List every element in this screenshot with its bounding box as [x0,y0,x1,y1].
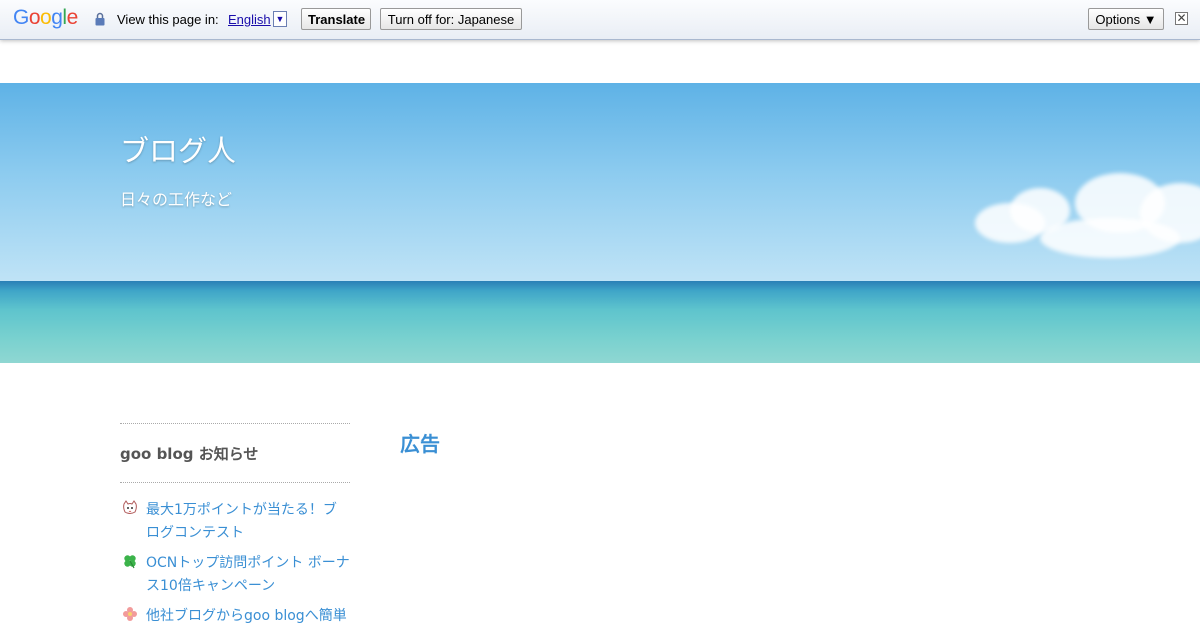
news-link[interactable]: 他社ブログからgoo blogへ簡単 [146,608,347,624]
lock-icon [95,12,105,26]
blog-title[interactable]: ブログ人 [120,128,236,170]
news-list: 最大1万ポイントが当たる！ブログコンテスト OCNトップ訪問ポイント ボーナス1… [120,483,350,628]
sidebar: goo blog お知らせ 最大1万ポイントが当たる！ブログコンテスト OCNト… [120,423,350,635]
options-button[interactable]: Options ▼ [1088,8,1164,30]
ad-heading: 広告 [400,432,440,456]
flower-icon [123,607,137,621]
turn-off-button[interactable]: Turn off for: Japanese [380,8,522,30]
chevron-down-icon[interactable]: ▼ [273,11,287,27]
cat-face-icon [123,500,137,514]
sky-image [0,83,1200,281]
google-logo: Google [13,6,78,29]
blog-subtitle: 日々の工作など [120,190,233,209]
list-item: 最大1万ポイントが当たる！ブログコンテスト [120,499,350,545]
list-item: OCNトップ訪問ポイント ボーナス10倍キャンペーン [120,552,350,598]
news-link[interactable]: 最大1万ポイントが当たる！ブログコンテスト [146,502,337,541]
clover-icon [124,555,136,569]
header-banner: ブログ人 日々の工作など [0,83,1200,363]
sidebar-heading: goo blog お知らせ [120,445,259,463]
language-select[interactable]: English [228,12,271,27]
news-link[interactable]: OCNトップ訪問ポイント ボーナス10倍キャンペーン [146,555,350,594]
sea-image [0,281,1200,363]
close-icon[interactable]: ✕ [1175,12,1188,25]
view-page-label: View this page in: [117,12,219,27]
translate-bar: Google View this page in: English ▼ Tran… [0,0,1200,40]
list-item: 他社ブログからgoo blogへ簡単 [120,605,350,628]
translate-button[interactable]: Translate [301,8,371,30]
